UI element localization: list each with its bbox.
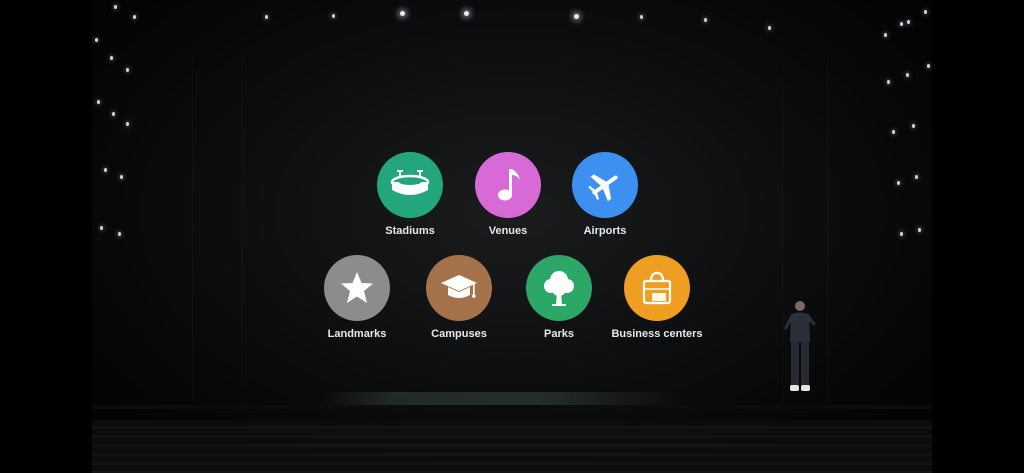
landmarks-circle	[324, 255, 390, 321]
category-airports: Airports	[535, 152, 675, 237]
ceiling-light	[768, 26, 771, 30]
tree-icon	[544, 271, 574, 306]
ceiling-light	[924, 10, 927, 14]
wall-light	[884, 33, 887, 37]
stadium-icon	[390, 170, 430, 195]
wall-light	[97, 100, 100, 104]
wall-light	[118, 232, 121, 236]
business-centers-label: Business centers	[611, 328, 703, 340]
wall-light	[104, 168, 107, 172]
audience-seats	[92, 420, 932, 473]
wall-light	[900, 232, 903, 236]
ceiling-light	[265, 15, 268, 19]
stadiums-circle	[377, 152, 443, 218]
wall-light	[126, 122, 129, 126]
ceiling-light	[133, 15, 136, 19]
business-centers-circle	[624, 255, 690, 321]
wall-light	[906, 73, 909, 77]
graduation-cap-icon	[441, 275, 477, 298]
ceiling-light	[332, 14, 335, 18]
ceiling-light	[400, 11, 405, 16]
wall-light	[100, 226, 103, 230]
keynote-stage: Stadiums Venues Airports Landmarks Campu…	[92, 0, 932, 473]
wall-light	[918, 228, 921, 232]
airports-circle	[572, 152, 638, 218]
wall-light	[892, 130, 895, 134]
wall-light	[110, 56, 113, 60]
ceiling-light	[464, 11, 469, 16]
stage-edge	[92, 405, 932, 409]
wall-light	[120, 175, 123, 179]
airplane-icon	[588, 174, 618, 202]
curtain-fold	[242, 55, 243, 403]
letterbox-left	[0, 0, 92, 473]
ceiling-light	[114, 5, 117, 9]
wall-light	[912, 124, 915, 128]
wall-light	[897, 181, 900, 185]
category-business-centers: Business centers	[587, 255, 727, 340]
wall-light	[915, 175, 918, 179]
wall-light	[900, 22, 903, 26]
ceiling-light	[574, 14, 579, 19]
shopping-bag-icon	[642, 271, 672, 305]
campuses-circle	[426, 255, 492, 321]
letterbox-right	[932, 0, 1024, 473]
curtain-fold	[827, 55, 828, 403]
ceiling-light	[640, 15, 643, 19]
wall-light	[887, 80, 890, 84]
wall-light	[927, 64, 930, 68]
venues-circle	[475, 152, 541, 218]
music-note-icon	[498, 169, 520, 201]
airports-label: Airports	[583, 225, 627, 237]
curtain-fold	[192, 55, 193, 403]
wall-light	[112, 112, 115, 116]
parks-circle	[526, 255, 592, 321]
ceiling-light	[907, 20, 910, 24]
star-icon	[341, 272, 373, 303]
wall-light	[95, 38, 98, 42]
ceiling-light	[704, 18, 707, 22]
wall-light	[126, 68, 129, 72]
presenter-figure	[784, 301, 816, 391]
